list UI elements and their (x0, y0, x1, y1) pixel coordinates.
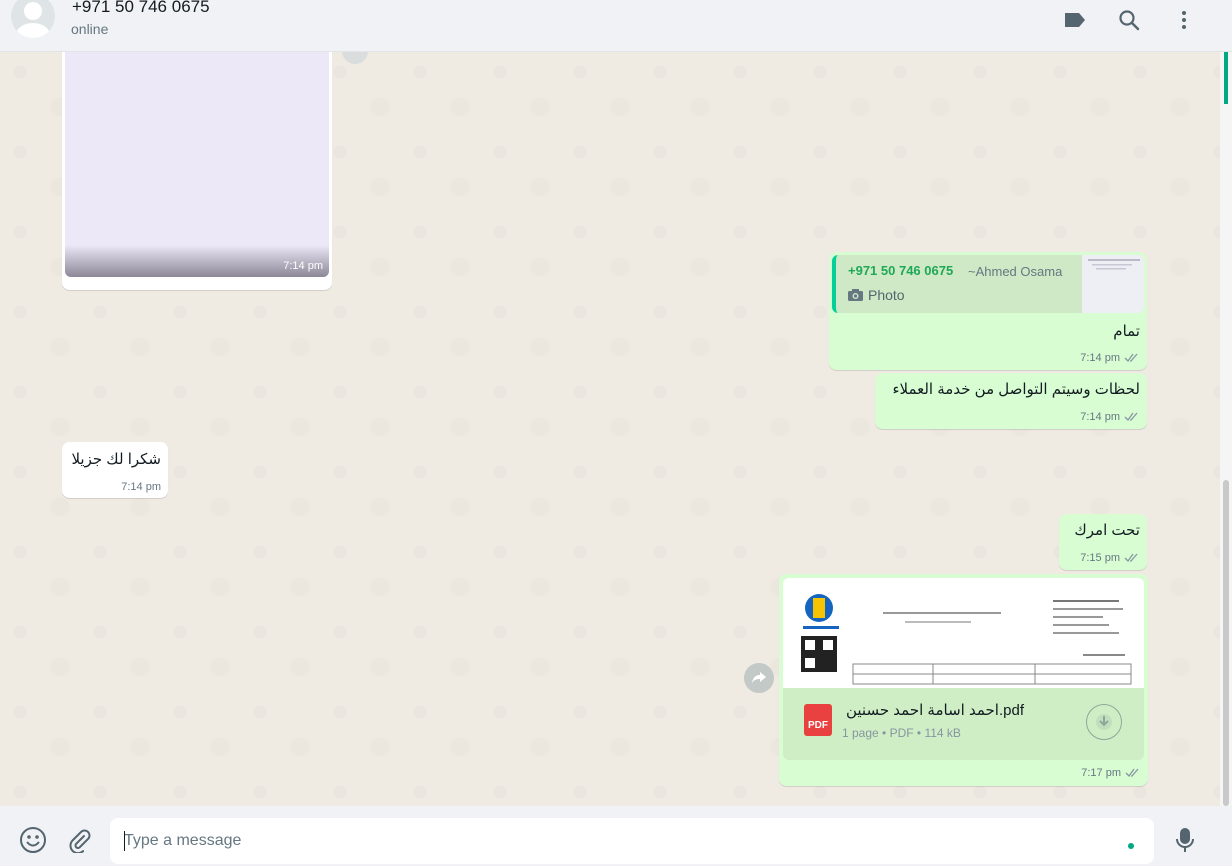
message-input[interactable] (110, 818, 1154, 864)
typing-dot (1128, 843, 1134, 849)
mic-icon[interactable] (1171, 826, 1199, 854)
document-size: 114 kB (924, 726, 961, 740)
message-time: 7:14 pm (283, 260, 323, 272)
emoji-icon[interactable] (19, 826, 47, 854)
message-time-wrap: 7:15 pm (1080, 552, 1140, 564)
camera-icon (848, 289, 863, 301)
document-pages: 1 page (842, 726, 879, 740)
search-icon[interactable] (1117, 8, 1141, 32)
message-text: تمام (1113, 323, 1140, 340)
quote-kind-label: Photo (868, 287, 905, 303)
avatar-head (24, 2, 42, 20)
document-type: PDF (889, 726, 914, 740)
avatar-body (16, 23, 50, 38)
forward-icon[interactable] (744, 663, 774, 693)
read-ticks-icon (1124, 412, 1138, 422)
pdf-file-icon: PDF (804, 704, 832, 736)
quote-sender: +971 50 746 0675 (848, 263, 954, 278)
read-ticks-icon (1124, 553, 1138, 563)
message-time-wrap: 7:14 pm (1080, 411, 1140, 423)
text-caret (124, 831, 125, 851)
message-time: 7:14 pm (121, 481, 161, 493)
menu-icon[interactable] (1172, 8, 1196, 32)
attach-icon[interactable] (65, 826, 93, 854)
message-text: تحت امرك (1074, 522, 1140, 539)
document-preview[interactable] (783, 578, 1144, 688)
outgoing-text-message[interactable]: لحظات وسيتم التواصل من خدمة العملاء 7:14… (875, 373, 1147, 429)
message-time-wrap: 7:14 pm (1080, 352, 1140, 364)
contact-name[interactable]: +971 50 746 0675 (72, 0, 210, 17)
read-ticks-icon (1124, 353, 1138, 363)
quote-kind: Photo (848, 287, 905, 303)
image-preview[interactable]: 7:14 pm (65, 52, 329, 277)
document-meta: 1 page • PDF • 114 kB (842, 726, 961, 740)
forward-icon[interactable] (342, 52, 368, 64)
chat-area[interactable]: 7:14 pm +971 50 746 0675 ~Ahmed Osama Ph… (0, 52, 1220, 806)
quoted-message[interactable]: +971 50 746 0675 ~Ahmed Osama Photo (832, 255, 1144, 313)
chat-scrollbar[interactable] (1220, 52, 1232, 806)
quote-thumbnail (1082, 255, 1144, 313)
message-text: شكرا لك جزيلا (71, 451, 161, 468)
message-time: 7:14 pm (1080, 411, 1120, 423)
label-icon[interactable] (1063, 8, 1087, 32)
document-file-row[interactable]: PDF احمد اسامة احمد حسنين.pdf 1 page • P… (783, 688, 1144, 760)
scroll-accent (1224, 52, 1228, 104)
composer-bar[interactable] (0, 806, 1232, 866)
scroll-thumb[interactable] (1223, 480, 1229, 806)
message-text: لحظات وسيتم التواصل من خدمة العملاء (892, 381, 1140, 398)
message-time-wrap: 7:17 pm (1081, 767, 1141, 779)
download-icon[interactable] (1086, 704, 1122, 740)
contact-avatar[interactable] (11, 0, 55, 38)
message-time: 7:15 pm (1080, 552, 1120, 564)
outgoing-text-message[interactable]: تحت امرك 7:15 pm (1059, 514, 1147, 570)
outgoing-document-message[interactable]: PDF احمد اسامة احمد حسنين.pdf 1 page • P… (779, 574, 1148, 786)
message-time: 7:17 pm (1081, 767, 1121, 779)
chat-header[interactable]: +971 50 746 0675 online (0, 0, 1232, 52)
incoming-text-message[interactable]: شكرا لك جزيلا 7:14 pm (62, 442, 168, 498)
contact-status: online (71, 21, 109, 37)
incoming-image-message[interactable]: 7:14 pm (62, 52, 332, 290)
read-ticks-icon (1125, 768, 1139, 778)
document-file-name[interactable]: احمد اسامة احمد حسنين.pdf (846, 701, 1024, 719)
quote-author: ~Ahmed Osama (968, 264, 1063, 279)
outgoing-reply-message[interactable]: +971 50 746 0675 ~Ahmed Osama Photo تمام… (829, 252, 1147, 370)
message-time: 7:14 pm (1080, 352, 1120, 364)
